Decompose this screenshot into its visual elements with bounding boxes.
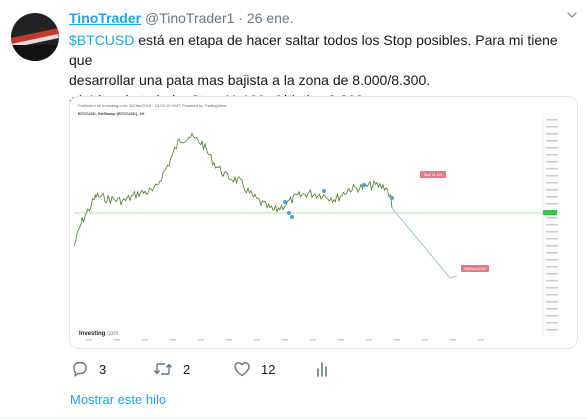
separator-dot: · xyxy=(238,10,243,26)
time-axis-ticks xyxy=(86,339,484,341)
price-axis-tick xyxy=(546,133,558,135)
price-axis-tick xyxy=(546,154,558,156)
price-axis-tick xyxy=(546,196,558,198)
marker-dot xyxy=(290,215,294,219)
price-axis-tick xyxy=(546,245,558,247)
marker-dot xyxy=(287,211,291,215)
tweet-header: TinoTrader @TinoTrader1 · 26 ene. xyxy=(69,10,294,26)
time-axis-tick xyxy=(366,339,372,341)
time-axis-tick xyxy=(282,339,288,341)
author-handle[interactable]: @TinoTrader1 xyxy=(145,10,234,26)
price-axis-tick xyxy=(546,175,558,177)
price-chart: Stop 11.100 Objetivo 8.300 xyxy=(74,113,558,341)
like-count: 12 xyxy=(261,361,276,377)
time-axis-tick xyxy=(478,339,484,341)
marker-dot xyxy=(322,189,326,193)
tweet-line-1-text: está en etapa de hacer saltar todos los … xyxy=(69,32,558,68)
price-axis-tick xyxy=(546,126,558,128)
price-axis-tick xyxy=(546,301,558,303)
price-axis-tick xyxy=(546,119,558,121)
price-axis-tick xyxy=(546,140,558,142)
price-axis-tick xyxy=(546,203,558,205)
projection-line xyxy=(391,207,458,279)
marker-dot xyxy=(283,200,287,204)
watermark-suffix: .com xyxy=(105,331,119,337)
retweet-button[interactable]: 2 xyxy=(153,360,190,378)
price-axis-tick xyxy=(546,252,558,254)
retweet-count: 2 xyxy=(183,361,191,377)
chevron-down-icon[interactable] xyxy=(565,8,579,22)
price-axis-tick xyxy=(546,287,558,289)
like-button[interactable]: 12 xyxy=(233,360,275,378)
price-axis-tick xyxy=(546,266,558,268)
marker-dot xyxy=(390,196,394,200)
price-axis-tick xyxy=(546,147,558,149)
retweet-icon xyxy=(153,363,173,375)
price-axis-tick xyxy=(546,189,558,191)
cashtag-link[interactable]: $BTCUSD xyxy=(69,32,134,48)
price-axis-tick xyxy=(546,280,558,282)
reply-count: 3 xyxy=(99,361,107,377)
show-thread-link[interactable]: Mostrar este hilo xyxy=(70,392,166,407)
price-series xyxy=(74,132,393,247)
tweet-line-2: desarrollar una pata mas bajista a la zo… xyxy=(69,72,431,88)
reply-icon xyxy=(73,361,87,377)
tweet-date[interactable]: 26 ene. xyxy=(247,10,294,26)
price-axis-tick xyxy=(546,308,558,310)
target-callout-label: Objetivo 8.300 xyxy=(464,267,487,271)
price-axis-tick xyxy=(546,168,558,170)
author-name[interactable]: TinoTrader xyxy=(69,10,141,26)
target-callout: Objetivo 8.300 xyxy=(461,265,489,272)
time-axis-tick xyxy=(198,339,204,341)
avatar[interactable] xyxy=(11,13,59,61)
time-axis-tick xyxy=(114,339,120,341)
time-axis-tick xyxy=(310,339,316,341)
time-axis-tick xyxy=(142,339,148,341)
chart-image[interactable]: Published on Investing.com, 26/Jan/2018 … xyxy=(69,96,578,349)
price-axis-tick xyxy=(546,273,558,275)
time-axis-tick xyxy=(254,339,260,341)
tweet[interactable]: TinoTrader @TinoTrader1 · 26 ene. $BTCUS… xyxy=(0,0,587,380)
time-axis-tick xyxy=(422,339,428,341)
time-axis-tick xyxy=(86,339,92,341)
time-axis-tick xyxy=(226,339,232,341)
stop-callout: Stop 11.100 xyxy=(420,171,446,178)
time-axis-tick xyxy=(338,339,344,341)
price-axis-tick xyxy=(546,182,558,184)
price-axis-tick xyxy=(546,161,558,163)
time-axis-tick xyxy=(394,339,400,341)
watermark-name: Investing xyxy=(79,331,106,337)
price-axis-tick xyxy=(546,238,558,240)
price-axis-tick xyxy=(546,231,558,233)
marker-dot xyxy=(362,183,366,187)
current-price-tag xyxy=(543,210,557,215)
price-axis-tick xyxy=(546,217,558,219)
analytics-icon xyxy=(317,362,327,377)
price-axis-tick xyxy=(546,329,558,331)
analytics-button[interactable] xyxy=(315,360,329,378)
price-axis-tick xyxy=(546,315,558,317)
tweet-line-1: $BTCUSD está en etapa de hacer saltar to… xyxy=(69,30,579,70)
time-axis-tick xyxy=(450,339,456,341)
price-axis-tick xyxy=(546,224,558,226)
like-icon xyxy=(234,362,250,377)
reply-button[interactable]: 3 xyxy=(71,360,106,378)
price-axis-ticks xyxy=(546,119,558,331)
price-axis-tick xyxy=(546,294,558,296)
price-axis-tick xyxy=(546,322,558,324)
stop-callout-label: Stop 11.100 xyxy=(424,173,443,177)
time-axis-tick xyxy=(170,339,176,341)
price-axis-tick xyxy=(546,259,558,261)
investing-watermark: Investing.com xyxy=(79,331,118,337)
